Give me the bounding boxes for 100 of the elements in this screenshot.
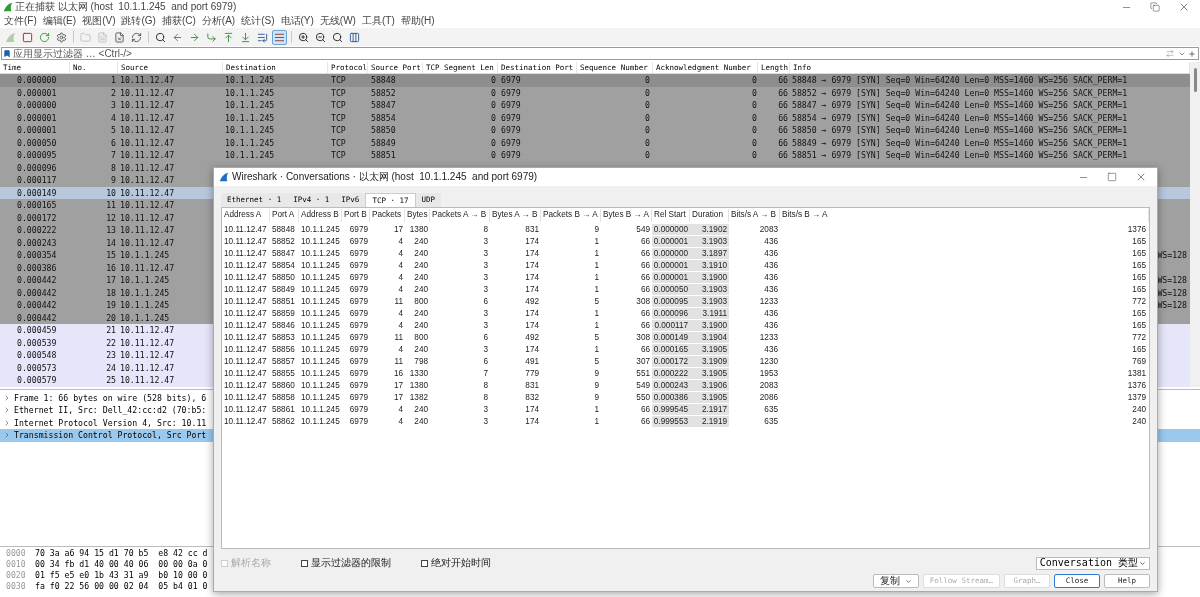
table-cell-text: 772 — [1131, 331, 1147, 343]
table-cell-text: 308 — [635, 331, 651, 343]
tree-item-text: Ethernet II, Src: Dell_42:cc:d2 (70:b5: — [14, 404, 207, 417]
table-cell-text: 10.11.12.47 — [223, 235, 268, 247]
table-cell-text: 0 — [644, 86, 651, 99]
table-cell: 3.1909 — [690, 355, 729, 367]
table-cell-text: 10.1.1.245 — [300, 379, 341, 391]
table-cell-text: 240 — [413, 235, 429, 247]
table-cell-text: 240 — [413, 271, 429, 283]
table-cell-text: 18 — [105, 286, 117, 299]
table-cell: 0.000243 — [652, 379, 690, 391]
table-cell-text: 0.000459 — [16, 324, 58, 337]
table-cell-text: 240 — [413, 415, 429, 427]
table-cell-text: 10.11.12.47 — [223, 295, 268, 307]
table-cell-text: 10.11.12.47 — [119, 199, 176, 212]
table-cell-text: 165 — [1131, 247, 1147, 259]
table-cell-text: 10.11.12.47 — [119, 111, 176, 124]
table-cell-text: 58848 — [271, 223, 296, 235]
table-cell-text: 436 — [763, 247, 779, 259]
table-cell: 0.999545 — [652, 403, 690, 415]
table-cell-text: 58850 — [370, 124, 397, 137]
table-cell-text: 58849 — [271, 283, 296, 295]
table-cell-text: 66 — [639, 259, 651, 271]
table-cell-text: 551 — [635, 367, 651, 379]
table-cell: 0.000050 — [652, 283, 690, 295]
table-cell-text: 58854 → 6979 [SYN] Seq=0 Win=64240 Len=0 MSS=1460 WS=256 SACK_PERM=1 — [791, 111, 1129, 124]
table-cell: 3.1905 — [690, 367, 729, 379]
table-cell-text: 5 — [593, 355, 600, 367]
table-cell-text: 10.1.1.245 — [300, 307, 341, 319]
table-cell-text: 0 — [490, 99, 497, 112]
table-cell-text: 10.11.12.47 — [223, 355, 268, 367]
table-cell-text: 10.11.12.47 — [223, 283, 268, 295]
table-cell-text: 8 — [482, 391, 489, 403]
table-cell-text: 10.1.1.245 — [300, 391, 341, 403]
table-cell-text: 10.1.1.245 — [300, 319, 341, 331]
tree-item-text: Frame 1: 66 bytes on wire (528 bits), 6 — [14, 391, 207, 404]
table-cell-text: 10.1.1.245 — [119, 274, 171, 287]
table-cell-text: 58858 — [271, 391, 296, 403]
table-cell-text: 9 — [593, 391, 600, 403]
table-cell-text: 58846 — [271, 319, 296, 331]
table-cell-text: 165 — [1131, 307, 1147, 319]
table-cell-text: 58850 — [271, 271, 296, 283]
table-cell-text: 4 — [110, 111, 117, 124]
table-cell-text: 10.11.12.47 — [119, 336, 176, 349]
table-cell-text: 15 — [105, 249, 117, 262]
table-cell-text: 2086 — [758, 391, 779, 403]
table-cell-text: 10.11.12.47 — [223, 343, 268, 355]
table-cell-text: WS=128 — [1157, 274, 1188, 287]
table-cell-text: 3 — [110, 99, 117, 112]
table-cell-text: 21 — [105, 324, 117, 337]
table-cell-text: 0 — [490, 111, 497, 124]
table-cell-text: 19 — [105, 299, 117, 312]
table-cell-text: 11 — [393, 331, 404, 343]
table-cell-text: 58859 — [271, 307, 296, 319]
table-cell-text: TCP — [330, 74, 347, 87]
table-cell-text: 0 — [644, 136, 651, 149]
table-cell-text: 14 — [105, 236, 117, 249]
table-cell-text: 2083 — [758, 379, 779, 391]
table-cell-text: 10.11.12.47 — [119, 361, 176, 374]
table-cell-text: 16 — [392, 367, 404, 379]
table-cell-text: 6979 — [348, 307, 369, 319]
table-cell: 0.000117 — [652, 319, 690, 331]
table-cell-text: 66 — [777, 74, 789, 87]
table-cell-text: 174 — [524, 403, 540, 415]
table-cell-text: 3 — [482, 283, 489, 295]
table-cell: 3.1905 — [690, 343, 729, 355]
table-cell: 2.1919 — [690, 415, 729, 427]
table-cell-text: WS=128 — [1157, 286, 1188, 299]
table-cell-text: 25 — [105, 374, 117, 387]
table-cell-text: 0.000117 — [16, 174, 58, 187]
table-cell-text: 0 — [751, 111, 758, 124]
table-cell-text: 10 — [105, 186, 117, 199]
table-cell-text: 58848 → 6979 [SYN] Seq=0 Win=64240 Len=0 MSS=1460 WS=256 SACK_PERM=1 — [791, 74, 1129, 87]
table-cell-text: 1380 — [408, 379, 429, 391]
table-cell-text: 174 — [524, 247, 540, 259]
table-cell-text: 10.1.1.245 — [300, 295, 341, 307]
table-cell-text: 0 — [490, 124, 497, 137]
table-cell-text: 436 — [763, 271, 779, 283]
table-cell-text: 66 — [777, 136, 789, 149]
table-cell-text: 10.1.1.245 — [119, 286, 171, 299]
table-cell-text: 6 — [110, 136, 117, 149]
table-cell-text: 174 — [524, 235, 540, 247]
table-cell-text: 1 — [593, 235, 600, 247]
table-cell-text: 10.11.12.47 — [119, 186, 176, 199]
table-cell-text: 10.11.12.47 — [119, 324, 176, 337]
table-cell: 3.1900 — [690, 319, 729, 331]
table-cell-text: 0 — [751, 149, 758, 162]
table-cell-text: 4 — [397, 415, 404, 427]
table-cell-text: 6 — [482, 331, 489, 343]
table-cell-text: 0 — [644, 124, 651, 137]
table-cell-text: 6979 — [500, 99, 522, 112]
table-cell-text: 10.11.12.47 — [223, 331, 268, 343]
table-cell-text: 66 — [639, 415, 651, 427]
table-cell-text: 5 — [110, 124, 117, 137]
table-cell-text: 6979 — [348, 379, 369, 391]
table-cell-text: 800 — [413, 331, 429, 343]
table-cell-text: 4 — [397, 319, 404, 331]
table-cell-text: 58847 — [370, 99, 397, 112]
table-cell-text: 9 — [110, 174, 117, 187]
table-cell-text: 66 — [777, 124, 789, 137]
